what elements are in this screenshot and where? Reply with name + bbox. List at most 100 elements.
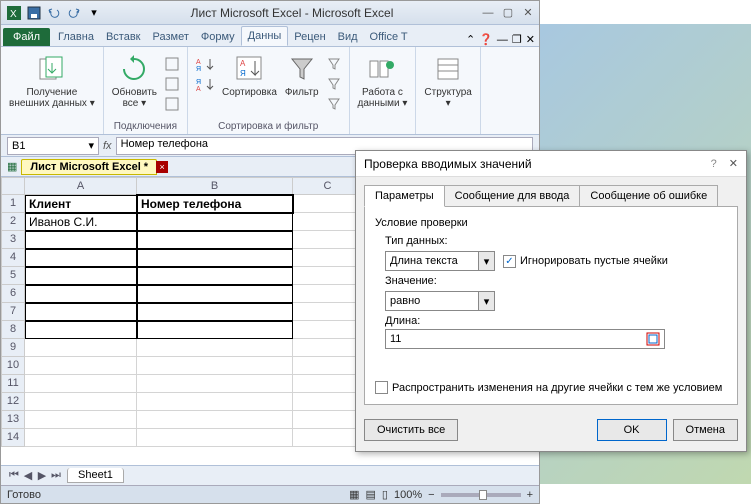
data-type-combo[interactable]: Длина текста▾ (385, 251, 495, 271)
tab-office[interactable]: Office T (364, 28, 414, 46)
cell[interactable] (25, 321, 137, 339)
cell[interactable] (293, 393, 363, 411)
column-header[interactable]: B (137, 177, 293, 195)
dialog-tab-input-message[interactable]: Сообщение для ввода (444, 185, 581, 207)
chevron-down-icon[interactable]: ▾ (478, 252, 494, 270)
sort-button[interactable]: АЯ Сортировка (220, 51, 279, 100)
zoom-out-icon[interactable]: − (428, 489, 434, 501)
ok-button[interactable]: OK (597, 419, 667, 441)
cell[interactable] (25, 285, 137, 303)
mdi-restore-icon[interactable]: ❐ (512, 33, 522, 46)
mdi-close-icon[interactable]: ✕ (526, 33, 535, 46)
ignore-blank-checkbox[interactable]: ✓ (503, 255, 516, 268)
row-header[interactable]: 11 (1, 375, 25, 393)
value-combo[interactable]: равно▾ (385, 291, 495, 311)
tab-view[interactable]: Вид (332, 28, 364, 46)
chevron-down-icon[interactable]: ▾ (478, 292, 494, 310)
clear-all-button[interactable]: Очистить все (364, 419, 458, 441)
minimize-icon[interactable]: — (481, 6, 495, 20)
cell[interactable] (293, 375, 363, 393)
cell[interactable] (137, 213, 293, 231)
get-external-data-button[interactable]: Получение внешних данных ▾ (7, 51, 97, 111)
row-header[interactable]: 13 (1, 411, 25, 429)
file-tab[interactable]: Файл (3, 28, 50, 46)
cell[interactable] (137, 249, 293, 267)
cell[interactable] (25, 303, 137, 321)
redo-icon[interactable] (65, 4, 83, 22)
row-header[interactable]: 9 (1, 339, 25, 357)
cell[interactable] (293, 267, 363, 285)
row-header[interactable]: 8 (1, 321, 25, 339)
row-header[interactable]: 12 (1, 393, 25, 411)
refresh-all-button[interactable]: Обновить все ▾ (110, 51, 159, 111)
qat-dropdown-icon[interactable]: ▾ (85, 4, 103, 22)
cell[interactable] (293, 285, 363, 303)
row-header[interactable]: 10 (1, 357, 25, 375)
cell[interactable] (25, 393, 137, 411)
view-layout-icon[interactable]: ▤ (366, 488, 376, 501)
cell[interactable] (137, 231, 293, 249)
undo-icon[interactable] (45, 4, 63, 22)
row-header[interactable]: 4 (1, 249, 25, 267)
data-tools-button[interactable]: Работа с данными ▾ (356, 51, 410, 111)
sheet-nav-last-icon[interactable]: ⏭ (49, 469, 63, 483)
cell[interactable] (137, 321, 293, 339)
cell[interactable] (137, 411, 293, 429)
clear-filter-icon[interactable] (325, 55, 343, 73)
sheet-nav-next-icon[interactable]: ▶ (35, 469, 49, 483)
zoom-slider[interactable] (441, 493, 521, 497)
cell[interactable] (25, 231, 137, 249)
cell[interactable]: Иванов С.И. (25, 213, 137, 231)
column-header[interactable]: C (293, 177, 363, 195)
tab-home[interactable]: Главна (52, 28, 100, 46)
cell[interactable] (293, 411, 363, 429)
cell[interactable] (25, 339, 137, 357)
cell[interactable] (293, 249, 363, 267)
tab-layout[interactable]: Размет (147, 28, 195, 46)
length-input[interactable]: 11 (385, 329, 665, 349)
dialog-tab-parameters[interactable]: Параметры (364, 185, 445, 207)
zoom-in-icon[interactable]: + (527, 489, 533, 501)
workbook-close-icon[interactable]: × (156, 161, 168, 173)
row-header[interactable]: 6 (1, 285, 25, 303)
dialog-close-icon[interactable]: ✕ (729, 157, 738, 170)
dialog-tab-error-message[interactable]: Сообщение об ошибке (579, 185, 718, 207)
connections-icon[interactable] (163, 55, 181, 73)
filter-button[interactable]: Фильтр (283, 51, 321, 100)
cell[interactable] (293, 339, 363, 357)
cell[interactable] (137, 339, 293, 357)
cell[interactable] (137, 267, 293, 285)
cell[interactable] (137, 357, 293, 375)
sort-desc-icon[interactable]: ЯА (194, 75, 216, 93)
save-icon[interactable] (25, 4, 43, 22)
zoom-level[interactable]: 100% (394, 489, 422, 501)
tab-review[interactable]: Рецен (288, 28, 331, 46)
cell[interactable] (293, 303, 363, 321)
cell[interactable] (293, 231, 363, 249)
row-header[interactable]: 14 (1, 429, 25, 447)
properties-icon[interactable] (163, 75, 181, 93)
close-icon[interactable]: ✕ (521, 6, 535, 20)
dialog-help-icon[interactable]: ? (711, 158, 717, 170)
tab-data[interactable]: Данны (241, 26, 289, 46)
help-icon[interactable]: ❓ (479, 33, 493, 46)
tab-insert[interactable]: Вставк (100, 28, 147, 46)
view-normal-icon[interactable]: ▦ (349, 488, 359, 501)
row-header[interactable]: 2 (1, 213, 25, 231)
cell[interactable] (293, 213, 363, 231)
cell[interactable] (25, 357, 137, 375)
propagate-checkbox[interactable] (375, 381, 388, 394)
name-box[interactable]: B1▾ (7, 137, 99, 155)
select-all-corner[interactable] (1, 177, 25, 195)
cell[interactable] (137, 285, 293, 303)
reapply-icon[interactable] (325, 75, 343, 93)
cell[interactable] (293, 195, 363, 213)
edit-links-icon[interactable] (163, 95, 181, 113)
row-header[interactable]: 7 (1, 303, 25, 321)
row-header[interactable]: 1 (1, 195, 25, 213)
cell[interactable] (293, 429, 363, 447)
cell[interactable] (137, 375, 293, 393)
maximize-icon[interactable]: ▢ (501, 6, 515, 20)
cell[interactable] (25, 375, 137, 393)
sheet-nav-prev-icon[interactable]: ◀ (21, 469, 35, 483)
